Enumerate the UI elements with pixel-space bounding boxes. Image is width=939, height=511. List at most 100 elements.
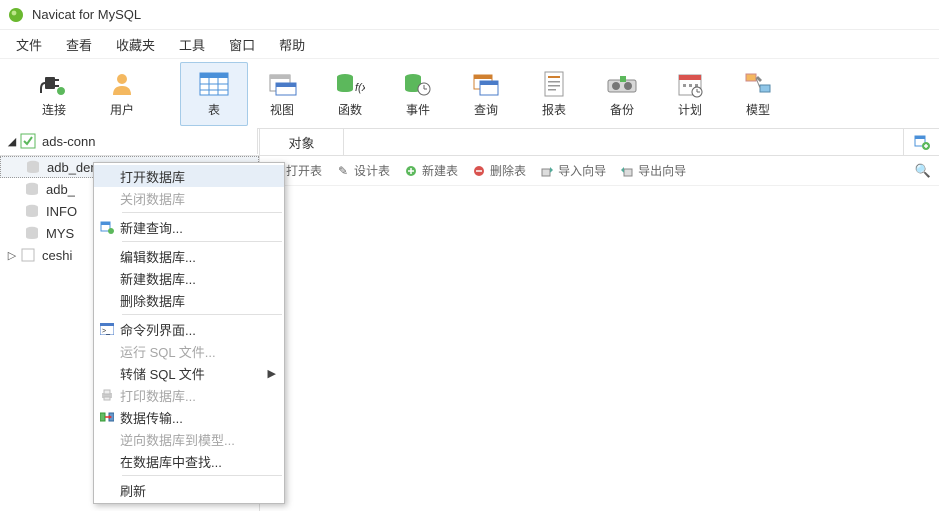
collapse-icon[interactable]: ▷ (6, 249, 18, 262)
table-plus-icon (914, 134, 930, 150)
tool-query-label: 查询 (474, 101, 498, 118)
titlebar: Navicat for MySQL (0, 0, 939, 30)
separator (122, 314, 282, 315)
query-icon (469, 69, 503, 99)
tool-table-label: 表 (208, 101, 220, 118)
ctx-refresh[interactable]: 刷新 (94, 479, 284, 501)
query-plus-icon (94, 220, 120, 234)
search-icon[interactable]: 🔍 (915, 163, 931, 179)
plug-icon (37, 69, 71, 99)
toolbar: 连接 用户 表 视图 f(x) 函数 事件 查询 报表 备份 计划 模型 (0, 58, 939, 128)
menu-tools[interactable]: 工具 (167, 31, 217, 58)
tool-event[interactable]: 事件 (384, 62, 452, 126)
tool-event-label: 事件 (406, 101, 430, 118)
action-design-table[interactable]: ✎设计表 (336, 162, 390, 179)
ctx-close-db: 关闭数据库 (94, 187, 284, 209)
export-icon (620, 164, 634, 178)
app-icon (8, 7, 24, 23)
tool-query[interactable]: 查询 (452, 62, 520, 126)
svg-text:f(x): f(x) (355, 82, 365, 94)
tree-db-label: adb_ (46, 182, 75, 197)
menu-view[interactable]: 查看 (54, 31, 104, 58)
database-icon (24, 203, 40, 219)
separator (122, 475, 282, 476)
function-icon: f(x) (333, 69, 367, 99)
connection-label: ceshi (42, 248, 72, 263)
schedule-icon (673, 69, 707, 99)
tool-report[interactable]: 报表 (520, 62, 588, 126)
ctx-new-query[interactable]: 新建查询... (94, 216, 284, 238)
menu-file[interactable]: 文件 (4, 31, 54, 58)
ctx-print-db: 打印数据库... (94, 384, 284, 406)
tool-model-label: 模型 (746, 101, 770, 118)
transfer-icon (94, 411, 120, 423)
menu-help[interactable]: 帮助 (267, 31, 317, 58)
minus-icon (472, 164, 486, 178)
ctx-dump-sql[interactable]: 转储 SQL 文件▶ (94, 362, 284, 384)
tool-view[interactable]: 视图 (248, 62, 316, 126)
new-tab-button[interactable] (903, 129, 939, 155)
ctx-new-db[interactable]: 新建数据库... (94, 267, 284, 289)
expand-icon[interactable]: ◢ (6, 135, 18, 148)
action-new-table[interactable]: 新建表 (404, 162, 458, 179)
separator (122, 212, 282, 213)
tool-user-label: 用户 (110, 101, 134, 118)
plus-icon (404, 164, 418, 178)
tree-db-label: MYS (46, 226, 74, 241)
tool-schedule[interactable]: 计划 (656, 62, 724, 126)
connection-label: ads-conn (42, 134, 95, 149)
database-icon (24, 225, 40, 241)
backup-icon (605, 69, 639, 99)
connection-off-icon (20, 247, 36, 263)
tool-function-label: 函数 (338, 101, 362, 118)
table-icon (197, 69, 231, 99)
action-bar: 📂打开表 ✎设计表 新建表 删除表 导入向导 导出向导 🔍 (260, 156, 939, 186)
tool-connect[interactable]: 连接 (20, 62, 88, 126)
terminal-icon: >_ (94, 323, 120, 335)
submenu-arrow-icon: ▶ (268, 367, 276, 380)
tool-backup-label: 备份 (610, 101, 634, 118)
ctx-cmdline[interactable]: >_命令列界面... (94, 318, 284, 340)
database-icon (25, 159, 41, 175)
tool-connect-label: 连接 (42, 101, 66, 118)
ctx-find-in-db[interactable]: 在数据库中查找... (94, 450, 284, 472)
tool-model[interactable]: 模型 (724, 62, 792, 126)
action-import[interactable]: 导入向导 (540, 162, 606, 179)
tool-schedule-label: 计划 (678, 101, 702, 118)
tool-report-label: 报表 (542, 101, 566, 118)
event-icon (401, 69, 435, 99)
ctx-data-transfer[interactable]: 数据传输... (94, 406, 284, 428)
model-icon (741, 69, 775, 99)
report-icon (537, 69, 571, 99)
tool-table[interactable]: 表 (180, 62, 248, 126)
tool-function[interactable]: f(x) 函数 (316, 62, 384, 126)
menu-favorites[interactable]: 收藏夹 (104, 31, 167, 58)
tree-db-label: INFO (46, 204, 77, 219)
ctx-edit-db[interactable]: 编辑数据库... (94, 245, 284, 267)
ctx-open-db[interactable]: 打开数据库 (94, 165, 284, 187)
svg-text:>_: >_ (102, 328, 110, 335)
separator (122, 241, 282, 242)
context-menu: 打开数据库 关闭数据库 新建查询... 编辑数据库... 新建数据库... 删除… (93, 162, 285, 504)
action-delete-table[interactable]: 删除表 (472, 162, 526, 179)
printer-icon (94, 389, 120, 401)
import-icon (540, 164, 554, 178)
tree-connection-ads[interactable]: ◢ ads-conn (0, 128, 258, 154)
tab-object[interactable]: 对象 (260, 129, 344, 155)
content-panel: 📂打开表 ✎设计表 新建表 删除表 导入向导 导出向导 🔍 (260, 156, 939, 511)
view-icon (265, 69, 299, 99)
connection-icon (20, 133, 36, 149)
action-export[interactable]: 导出向导 (620, 162, 686, 179)
ctx-delete-db[interactable]: 删除数据库 (94, 289, 284, 311)
design-icon: ✎ (336, 164, 350, 178)
app-title: Navicat for MySQL (32, 7, 141, 22)
tool-view-label: 视图 (270, 101, 294, 118)
menu-window[interactable]: 窗口 (217, 31, 267, 58)
ctx-run-sql: 运行 SQL 文件... (94, 340, 284, 362)
menubar: 文件 查看 收藏夹 工具 窗口 帮助 (0, 30, 939, 58)
ctx-reverse: 逆向数据库到模型... (94, 428, 284, 450)
database-icon (24, 181, 40, 197)
tool-backup[interactable]: 备份 (588, 62, 656, 126)
user-icon (105, 69, 139, 99)
tool-user[interactable]: 用户 (88, 62, 156, 126)
